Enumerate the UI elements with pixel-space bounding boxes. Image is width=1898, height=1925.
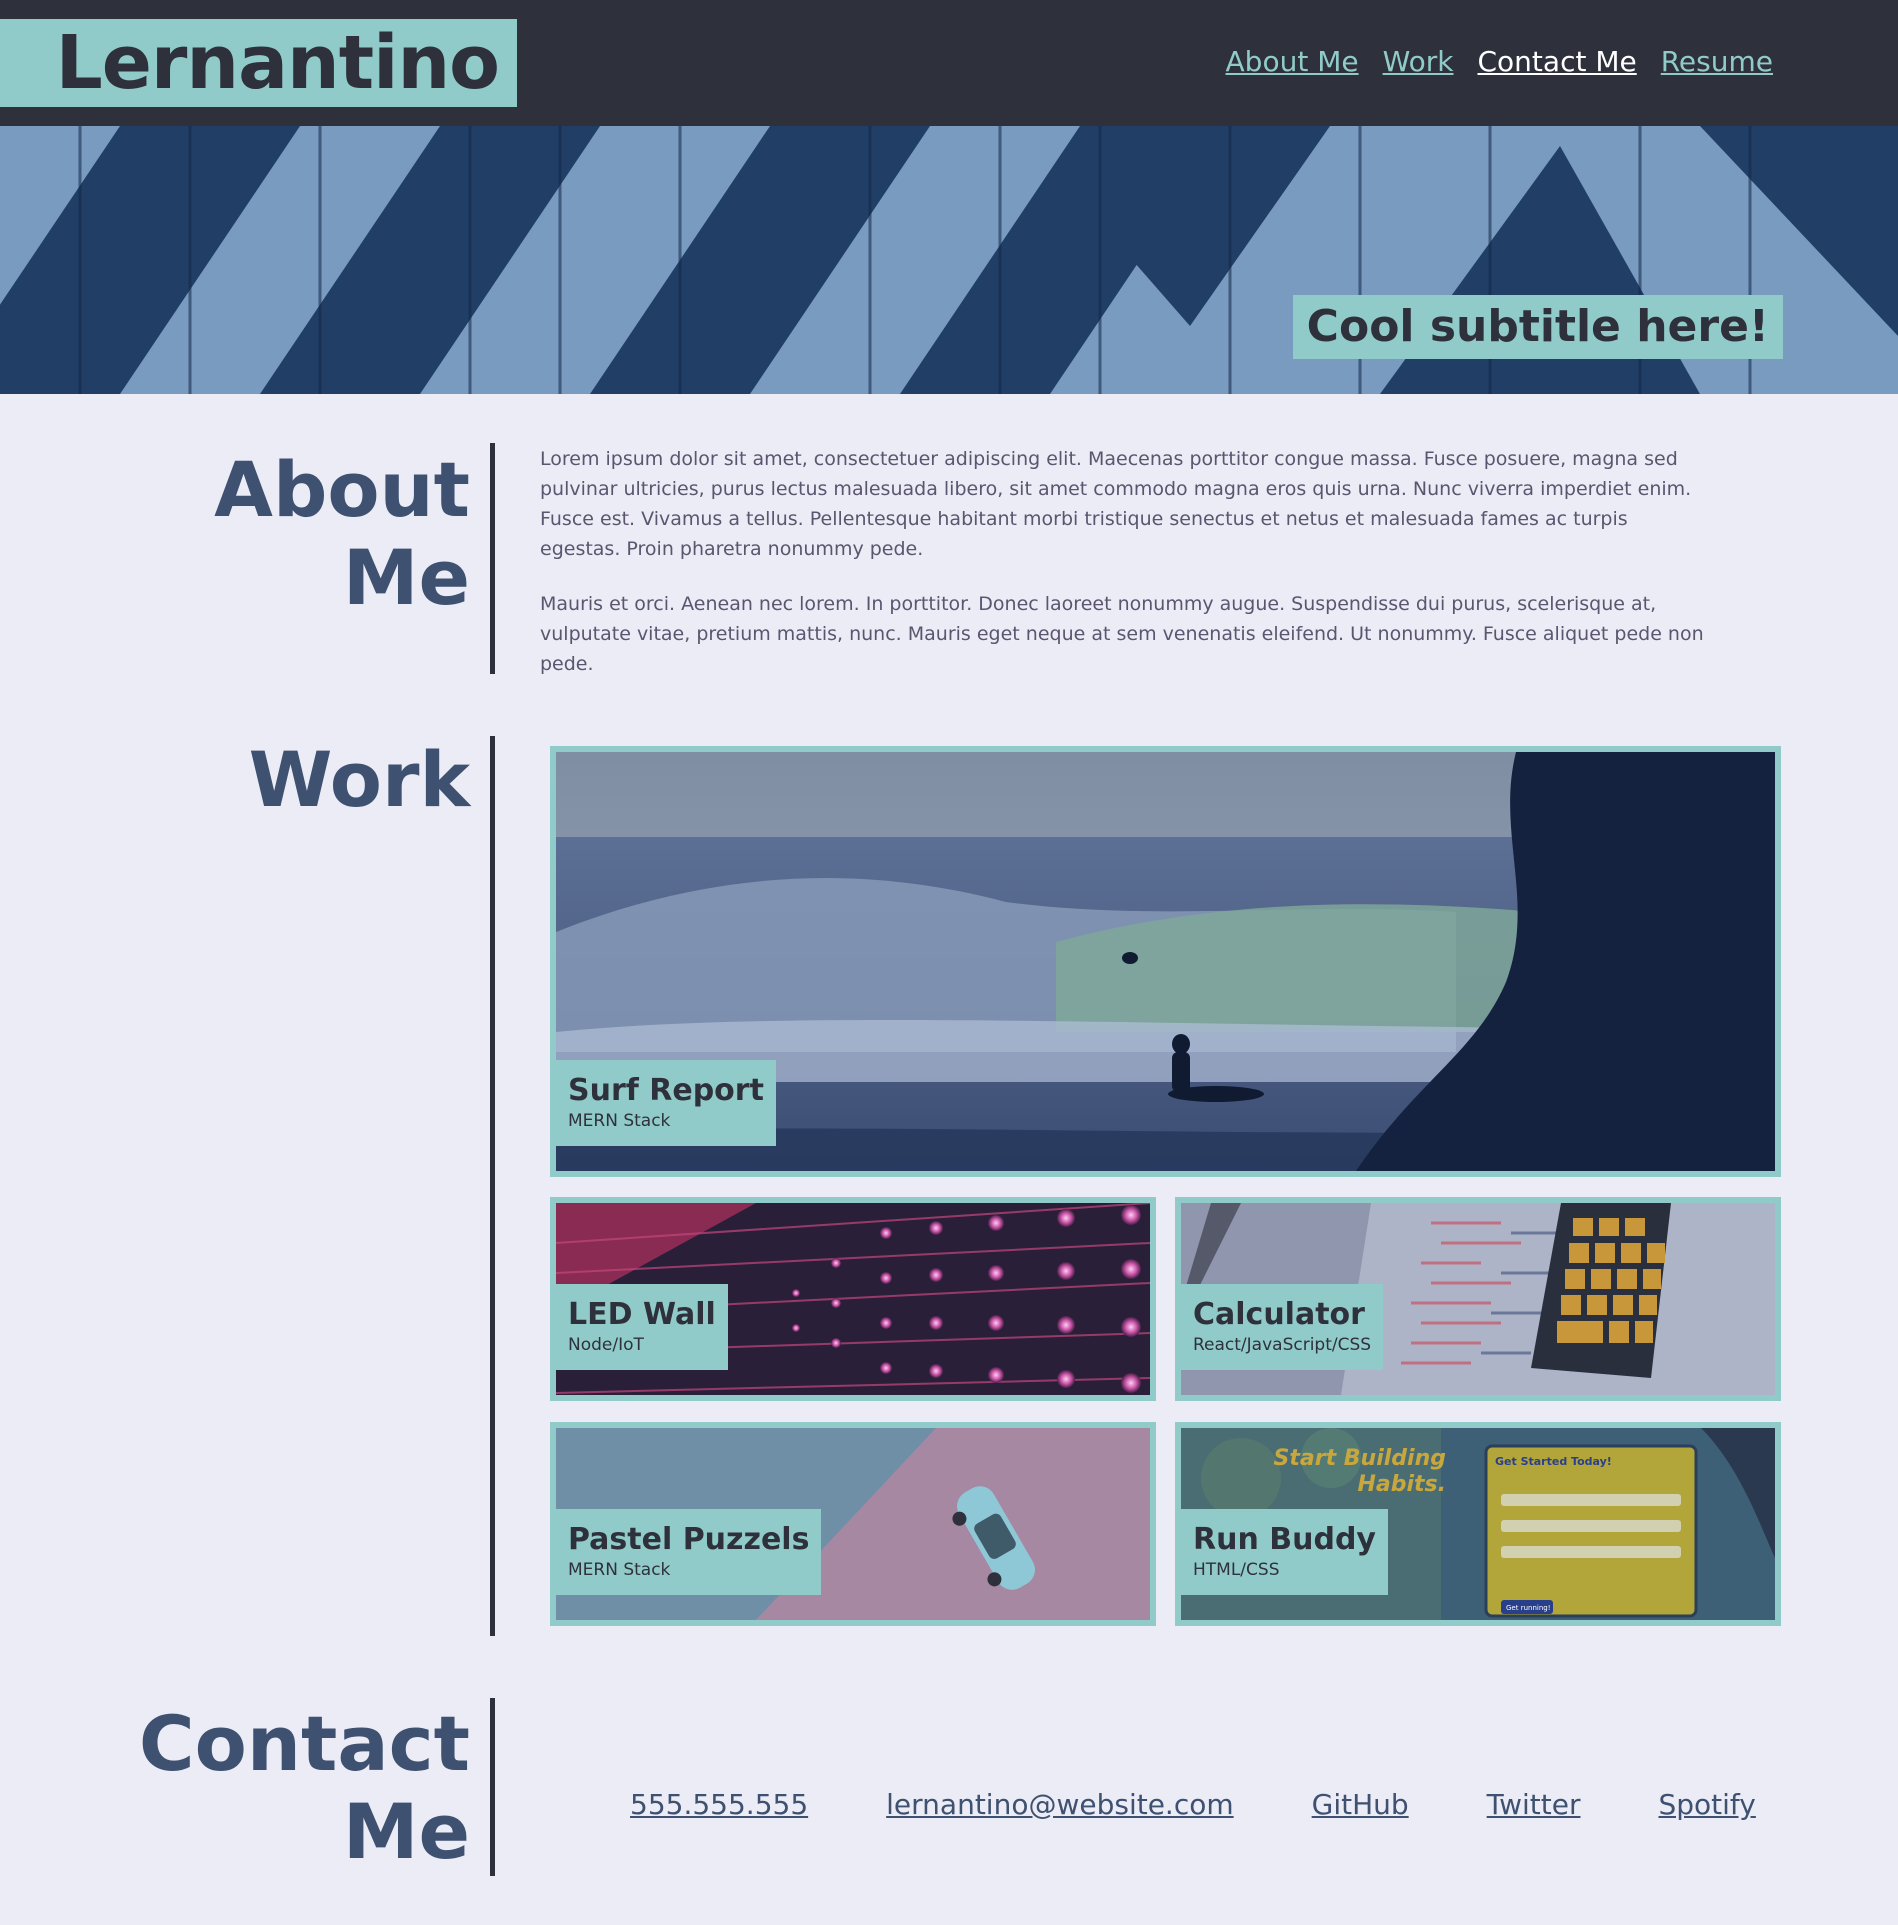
project-stack: React/JavaScript/CSS: [1193, 1335, 1372, 1355]
project-card-run-buddy[interactable]: Start Building Habits. Get Started Today…: [1175, 1422, 1781, 1626]
contact-spotify-link[interactable]: Spotify: [1659, 1787, 1756, 1823]
project-title: Run Buddy: [1193, 1522, 1376, 1557]
project-title: Pastel Puzzels: [568, 1522, 810, 1557]
project-card-surf-report[interactable]: Surf Report MERN Stack: [550, 746, 1781, 1177]
project-card-led-wall[interactable]: LED Wall Node/IoT: [550, 1197, 1156, 1401]
project-label: Surf Report MERN Stack: [556, 1060, 776, 1146]
project-stack: Node/IoT: [568, 1335, 644, 1355]
logo-text[interactable]: Lernantino: [56, 21, 500, 105]
hero-subtitle: Cool subtitle here!: [1292, 295, 1783, 359]
contact-section-title: Contact Me: [139, 1700, 470, 1876]
about-section-title: About Me: [214, 446, 470, 622]
contact-twitter-link[interactable]: Twitter: [1487, 1787, 1581, 1823]
logo[interactable]: Lernantino: [0, 19, 517, 107]
nav-resume[interactable]: Resume: [1661, 44, 1773, 80]
contact-github-link[interactable]: GitHub: [1312, 1787, 1409, 1823]
project-stack: MERN Stack: [568, 1111, 671, 1131]
project-stack: MERN Stack: [568, 1560, 671, 1580]
about-paragraph: Mauris et orci. Aenean nec lorem. In por…: [540, 593, 1704, 675]
contact-divider: [490, 1698, 495, 1876]
main-nav: About Me Work Contact Me Resume: [1226, 44, 1773, 80]
project-title: Calculator: [1193, 1297, 1365, 1332]
project-title: Surf Report: [568, 1073, 764, 1108]
about-body: Lorem ipsum dolor sit amet, consectetuer…: [540, 444, 1710, 704]
run-buddy-form-button: Get running!: [1506, 1604, 1551, 1612]
project-label: LED Wall Node/IoT: [556, 1284, 728, 1370]
project-title: LED Wall: [568, 1297, 716, 1332]
project-label: Run Buddy HTML/CSS: [1181, 1509, 1388, 1595]
site-header: Lernantino About Me Work Contact Me Resu…: [0, 0, 1898, 126]
work-divider: [490, 736, 495, 1636]
nav-contact-me[interactable]: Contact Me: [1478, 44, 1637, 80]
about-title-line2: Me: [342, 533, 470, 622]
contact-links: 555.555.555 lernantino@website.com GitHu…: [630, 1787, 1756, 1823]
about-title-line1: About: [214, 445, 470, 534]
nav-work[interactable]: Work: [1383, 44, 1454, 80]
project-stack: HTML/CSS: [1193, 1560, 1280, 1580]
project-card-pastel-puzzels[interactable]: Pastel Puzzels MERN Stack: [550, 1422, 1156, 1626]
about-divider: [490, 443, 495, 674]
nav-about-me[interactable]: About Me: [1226, 44, 1359, 80]
hero-banner: Cool subtitle here!: [0, 126, 1898, 394]
work-section-title: Work: [248, 735, 470, 824]
contact-phone-link[interactable]: 555.555.555: [630, 1787, 808, 1823]
project-label: Pastel Puzzels MERN Stack: [556, 1509, 822, 1595]
run-buddy-headline-1: Start Building: [1274, 1446, 1446, 1471]
about-paragraph: Lorem ipsum dolor sit amet, consectetuer…: [540, 448, 1692, 560]
project-card-calculator[interactable]: Calculator React/JavaScript/CSS: [1175, 1197, 1781, 1401]
run-buddy-form-title: Get Started Today!: [1495, 1455, 1612, 1468]
run-buddy-headline-2: Habits.: [1357, 1472, 1446, 1497]
contact-title-line1: Contact: [138, 1699, 470, 1788]
project-label: Calculator React/JavaScript/CSS: [1181, 1284, 1384, 1370]
contact-title-line2: Me: [342, 1787, 470, 1876]
contact-email-link[interactable]: lernantino@website.com: [886, 1787, 1233, 1823]
